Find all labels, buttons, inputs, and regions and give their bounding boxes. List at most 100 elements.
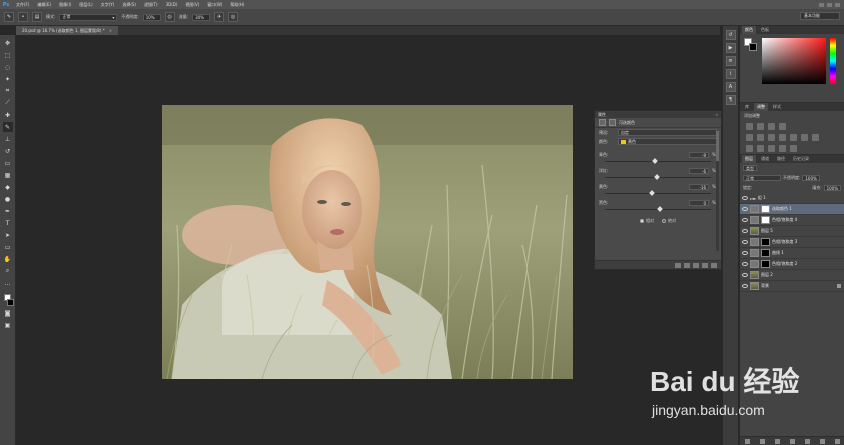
- magenta-slider-thumb[interactable]: [653, 174, 660, 180]
- scrollbar-thumb[interactable]: [716, 131, 719, 161]
- new-adjustment-icon[interactable]: [790, 438, 795, 444]
- more-tools-icon[interactable]: …: [3, 278, 13, 288]
- visibility-eye-icon[interactable]: [742, 207, 748, 211]
- black-slider-thumb[interactable]: [657, 206, 663, 212]
- new-layer-icon[interactable]: [820, 438, 825, 444]
- crop-tool-icon[interactable]: ⌗: [3, 86, 13, 96]
- tab-styles[interactable]: 样式: [770, 103, 784, 111]
- layer-style-icon[interactable]: [760, 438, 765, 444]
- layer-opacity-field[interactable]: 100%: [802, 175, 820, 181]
- layer-row-curves-1[interactable]: 曲线 1: [740, 248, 844, 259]
- black-value-field[interactable]: 0: [689, 199, 709, 206]
- tab-libraries[interactable]: 库: [742, 103, 752, 111]
- visibility-icon[interactable]: [702, 262, 708, 268]
- visibility-eye-icon[interactable]: [742, 240, 748, 244]
- selective-color-icon[interactable]: [790, 145, 797, 152]
- brush-panel-icon[interactable]: ▤: [32, 12, 42, 22]
- visibility-eye-icon[interactable]: [742, 251, 748, 255]
- info-panel-icon[interactable]: i: [725, 69, 736, 79]
- visibility-eye-icon[interactable]: [742, 262, 748, 266]
- visibility-eye-icon[interactable]: [742, 196, 748, 200]
- color-field[interactable]: [762, 38, 826, 84]
- yellow-slider-thumb[interactable]: [648, 190, 655, 196]
- mask-thumbnail[interactable]: [761, 205, 770, 213]
- menu-layer[interactable]: 图层(L): [75, 2, 96, 8]
- tab-paths[interactable]: 路径: [774, 155, 788, 163]
- menu-filter[interactable]: 滤镜(T): [140, 2, 162, 8]
- cyan-value-field[interactable]: -9: [689, 151, 709, 158]
- visibility-eye-icon[interactable]: [742, 273, 748, 277]
- pressure-size-icon[interactable]: ◎: [228, 12, 239, 22]
- minimize-button[interactable]: [819, 2, 824, 7]
- brightness-contrast-icon[interactable]: [746, 123, 753, 130]
- menu-help[interactable]: 帮助(H): [226, 2, 248, 8]
- tab-layers[interactable]: 图层: [742, 155, 756, 163]
- brush-tool-preset-icon[interactable]: ✎: [4, 12, 14, 22]
- link-layers-icon[interactable]: [745, 438, 750, 444]
- reset-icon[interactable]: [693, 262, 699, 268]
- shape-tool-icon[interactable]: ▭: [3, 242, 13, 252]
- mask-thumbnail[interactable]: [761, 249, 770, 257]
- color-balance-icon[interactable]: [768, 134, 775, 141]
- magenta-slider[interactable]: [605, 174, 711, 180]
- photo-filter-icon[interactable]: [790, 134, 797, 141]
- curves-icon[interactable]: [768, 123, 775, 130]
- screen-mode-icon[interactable]: ▣: [3, 320, 13, 330]
- layer-row-group-1[interactable]: ▸▬ 组 1: [740, 193, 844, 204]
- visibility-eye-icon[interactable]: [742, 218, 748, 222]
- mask-icon[interactable]: [609, 119, 616, 126]
- airbrush-icon[interactable]: ✈: [214, 12, 225, 22]
- marquee-tool-icon[interactable]: ⬚: [3, 50, 13, 60]
- hand-tool-icon[interactable]: ✋: [3, 254, 13, 264]
- collapse-icon[interactable]: «: [716, 112, 718, 117]
- quick-mask-icon[interactable]: ◙: [3, 308, 13, 318]
- levels-icon[interactable]: [757, 123, 764, 130]
- threshold-icon[interactable]: [768, 145, 775, 152]
- document-tab[interactable]: 20.psd @ 16.7% (选取颜色 1, 图层蒙版/8) * ×: [16, 26, 119, 35]
- pen-tool-icon[interactable]: ✒: [3, 206, 13, 216]
- document-image[interactable]: [162, 105, 573, 379]
- close-icon[interactable]: ×: [109, 28, 112, 33]
- invert-icon[interactable]: [746, 145, 753, 152]
- type-tool-icon[interactable]: T: [3, 218, 13, 228]
- tab-color[interactable]: 颜色: [742, 26, 756, 34]
- eyedropper-tool-icon[interactable]: ⟋: [3, 98, 13, 108]
- menu-edit[interactable]: 编辑(E): [33, 2, 55, 8]
- layer-kind-filter[interactable]: 类型: [743, 165, 757, 171]
- stamp-tool-icon[interactable]: ⊥: [3, 134, 13, 144]
- quick-select-tool-icon[interactable]: ✦: [3, 74, 13, 84]
- tab-history[interactable]: 历史记录: [790, 155, 812, 163]
- properties-scrollbar[interactable]: [716, 131, 719, 251]
- eraser-tool-icon[interactable]: ▭: [3, 158, 13, 168]
- cyan-slider-thumb[interactable]: [651, 158, 658, 164]
- trash-icon[interactable]: [711, 262, 717, 268]
- add-mask-icon[interactable]: [775, 438, 780, 444]
- move-tool-icon[interactable]: ✥: [3, 38, 13, 48]
- lasso-tool-icon[interactable]: ◌: [3, 62, 13, 72]
- view-previous-icon[interactable]: [684, 262, 690, 268]
- yellow-slider[interactable]: [605, 190, 711, 196]
- menu-file[interactable]: 文件(F): [12, 2, 33, 8]
- posterize-icon[interactable]: [757, 145, 764, 152]
- mode-select[interactable]: 正常 ▾: [59, 13, 118, 21]
- magenta-value-field[interactable]: -6: [689, 167, 709, 174]
- visibility-eye-icon[interactable]: [742, 229, 748, 233]
- maximize-button[interactable]: [827, 2, 832, 7]
- brush-tool-icon[interactable]: ✎: [2, 122, 13, 132]
- layer-row-selective-color-1[interactable]: 选取颜色 1: [740, 204, 844, 215]
- exposure-icon[interactable]: [779, 123, 786, 130]
- zoom-tool-icon[interactable]: ⌕: [3, 266, 13, 276]
- vibrance-icon[interactable]: [746, 134, 753, 141]
- new-group-icon[interactable]: [805, 438, 810, 444]
- mask-thumbnail[interactable]: [761, 260, 770, 268]
- fill-field[interactable]: 100%: [823, 185, 841, 191]
- path-select-tool-icon[interactable]: ➤: [3, 230, 13, 240]
- gradient-map-icon[interactable]: [779, 145, 786, 152]
- black-white-icon[interactable]: [779, 134, 786, 141]
- pressure-opacity-icon[interactable]: ◎: [164, 12, 175, 22]
- blend-mode-select[interactable]: 正常: [743, 175, 781, 181]
- tab-swatches[interactable]: 色板: [758, 26, 772, 34]
- actions-panel-icon[interactable]: ▶: [725, 43, 736, 53]
- menu-type[interactable]: 文字(Y): [97, 2, 119, 8]
- blur-tool-icon[interactable]: ◆: [3, 182, 13, 192]
